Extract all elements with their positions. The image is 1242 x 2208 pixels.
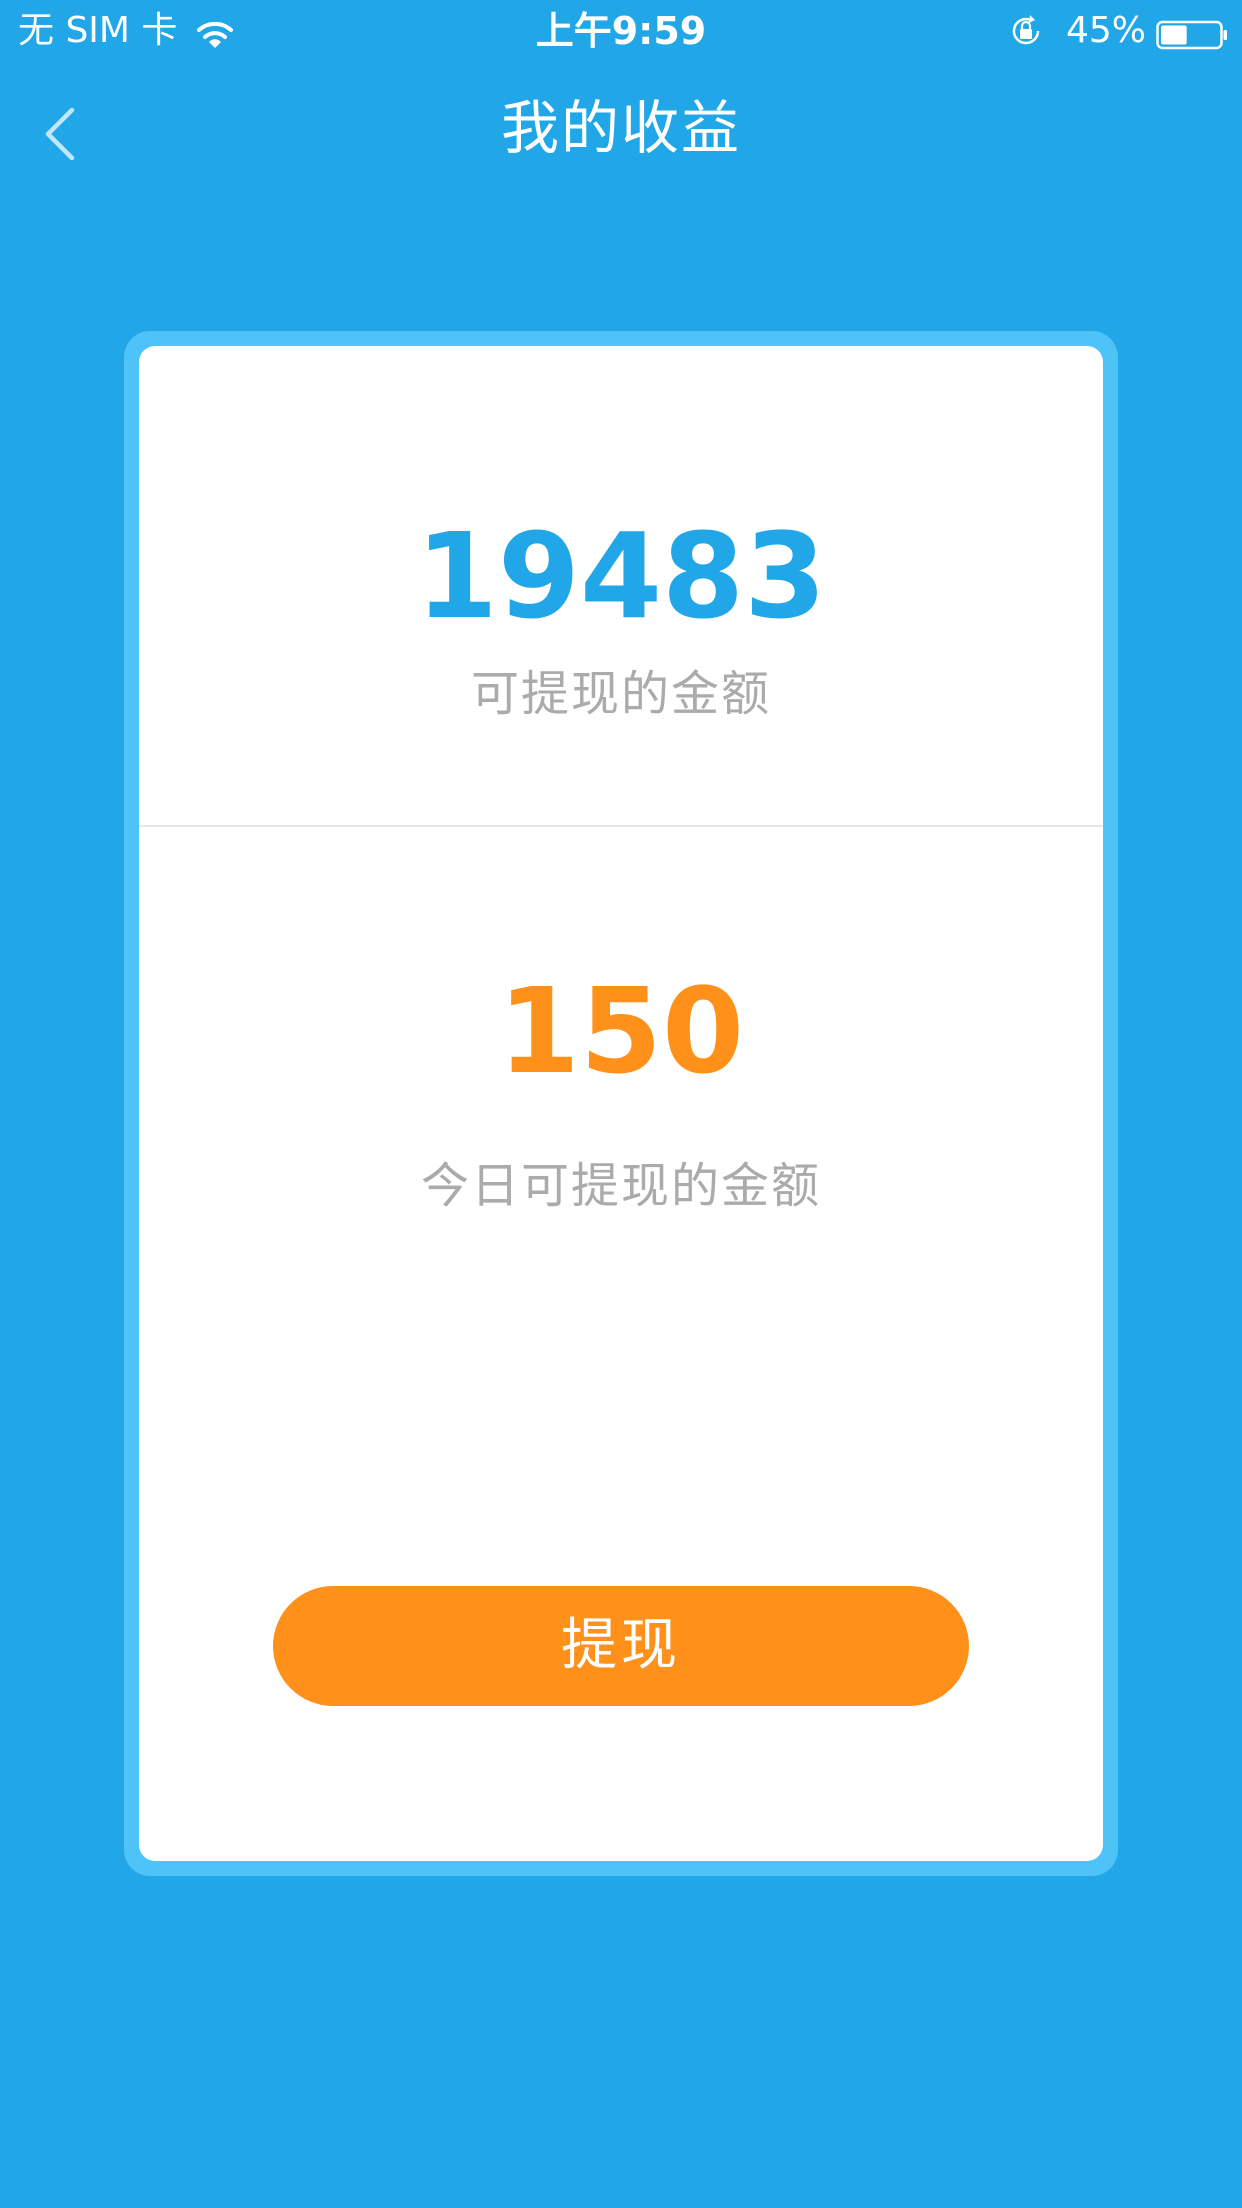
total-withdrawable-label: 可提现的金额 xyxy=(470,666,771,722)
orientation-lock-icon xyxy=(1008,13,1044,49)
today-withdrawable-label: 今日可提现的金额 xyxy=(420,1158,821,1214)
withdraw-button[interactable]: 提现 xyxy=(273,1586,969,1706)
battery-percent: 45% xyxy=(1065,10,1146,51)
battery-icon xyxy=(1156,16,1228,50)
page-title: 我的收益 xyxy=(500,94,741,162)
today-withdrawable-amount: 150 xyxy=(497,962,745,1100)
earnings-card-frame: 19483 可提现的金额 150 今日可提现的金额 提现 xyxy=(124,331,1118,1876)
total-withdrawable-amount: 19483 xyxy=(415,507,827,645)
nav-bar: 我的收益 xyxy=(0,62,1242,190)
status-right: 45% xyxy=(1008,8,1228,54)
card-divider xyxy=(139,825,1103,827)
status-bar: 无 SIM 卡 上午9:59 45% xyxy=(0,0,1242,62)
earnings-card: 19483 可提现的金额 150 今日可提现的金额 提现 xyxy=(139,346,1103,1861)
